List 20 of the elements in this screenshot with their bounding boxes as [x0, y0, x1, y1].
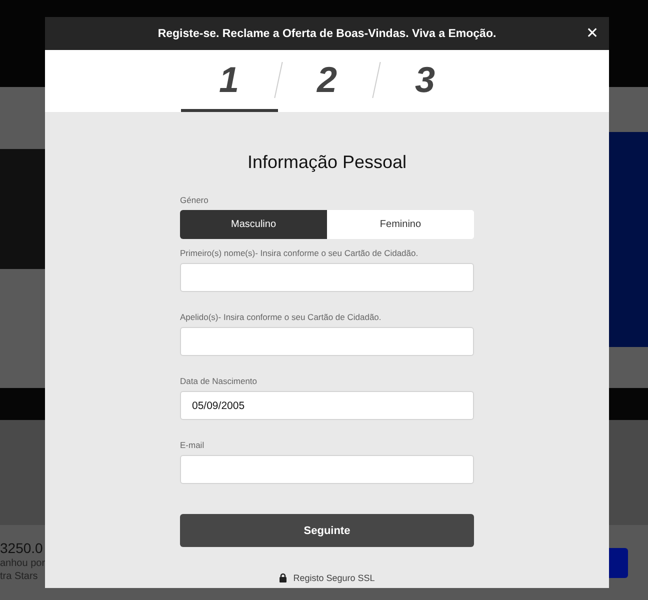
gender-option[interactable]: Masculino [180, 210, 327, 239]
field-label: Primeiro(s) nome(s)- Insira conforme o seu Cartão de Cidadão. [180, 248, 420, 258]
step-tab[interactable]: 3 [376, 50, 474, 112]
secure-note: Registo Seguro SSL [293, 573, 375, 583]
next-button[interactable]: Seguinte [180, 514, 474, 547]
dialog-title: Registe-se. Reclame a Oferta de Boas-Vindas. Viva a Emoção. [158, 28, 496, 40]
input-field[interactable] [180, 327, 474, 356]
step-tab[interactable]: 1 [180, 50, 278, 112]
field-label: Género [180, 195, 210, 205]
step-tab[interactable]: 2 [278, 50, 376, 112]
input-field[interactable] [180, 263, 474, 292]
input-field[interactable]: 05/09/2005 [180, 391, 474, 420]
field-label: E-mail [180, 440, 206, 450]
close-button[interactable]: ✕ [584, 24, 601, 42]
lock-icon [279, 573, 288, 583]
promo-amount: 3250.0 [0, 540, 44, 556]
field-label: Data de Nascimento [180, 376, 258, 386]
section-heading: Informação Pessoal [246, 152, 408, 173]
input-field[interactable] [180, 455, 474, 484]
field-label: Apelido(s)- Insira conforme o seu Cartão de Cidadão. [180, 312, 382, 322]
